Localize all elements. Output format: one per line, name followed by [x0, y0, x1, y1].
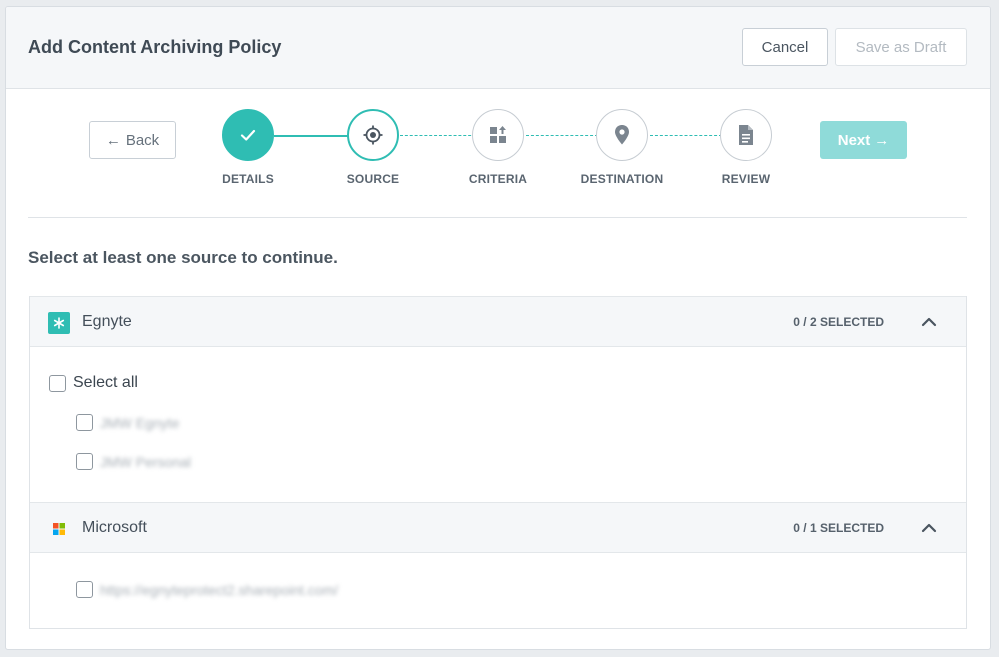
arrow-left-icon: ←	[105, 131, 121, 149]
instructions-text: Select at least one source to continue.	[28, 248, 338, 267]
chevron-up-icon[interactable]	[920, 313, 938, 331]
source-item-checkbox[interactable]	[76, 581, 93, 598]
sources-panel: Egnyte 0 / 2 SELECTED Select all JMW Egn…	[29, 296, 967, 629]
source-name-egnyte: Egnyte	[82, 313, 132, 330]
egnyte-logo-icon	[48, 312, 70, 334]
step-label-details: DETAILS	[222, 172, 274, 186]
document-icon	[739, 125, 753, 145]
save-as-draft-button[interactable]: Save as Draft	[835, 28, 967, 66]
next-label: Next	[837, 131, 871, 149]
policy-modal: Add Content Archiving Policy Cancel Save…	[5, 6, 991, 650]
source-item-checkbox[interactable]	[76, 414, 93, 431]
page-title: Add Content Archiving Policy	[28, 37, 282, 57]
step-label-review: REVIEW	[721, 172, 771, 186]
step-criteria[interactable]	[472, 109, 524, 161]
step-label-destination: DESTINATION	[580, 172, 664, 186]
selected-count-egnyte: 0 / 2 SELECTED	[793, 315, 884, 329]
target-icon	[363, 125, 383, 145]
source-name-microsoft: Microsoft	[82, 519, 147, 536]
arrow-right-icon: →	[874, 131, 890, 149]
step-source[interactable]	[347, 109, 399, 161]
section-divider	[28, 217, 967, 218]
back-button[interactable]: ← Back	[89, 121, 176, 159]
microsoft-logo-icon	[48, 518, 70, 540]
source-item-checkbox[interactable]	[76, 453, 93, 470]
selected-count-microsoft: 0 / 1 SELECTED	[793, 521, 884, 535]
step-label-criteria: CRITERIA	[468, 172, 528, 186]
step-connector-3	[526, 135, 598, 136]
check-icon	[240, 129, 256, 141]
modal-header: Add Content Archiving Policy Cancel Save…	[6, 7, 990, 89]
source-group-egnyte[interactable]: Egnyte 0 / 2 SELECTED	[30, 296, 966, 347]
step-review[interactable]	[720, 109, 772, 161]
cancel-button[interactable]: Cancel	[742, 28, 828, 66]
map-pin-icon	[615, 125, 629, 145]
back-label: Back	[125, 131, 160, 149]
select-all-label: Select all	[73, 374, 138, 391]
chevron-up-icon[interactable]	[920, 519, 938, 537]
step-connector-1	[274, 135, 350, 137]
criteria-icon	[490, 126, 506, 143]
step-label-source: SOURCE	[346, 172, 400, 186]
source-group-microsoft[interactable]: Microsoft 0 / 1 SELECTED	[30, 502, 966, 553]
source-item-label: https://egnyteprotect2.sharepoint.com/	[100, 582, 339, 598]
step-details[interactable]	[222, 109, 274, 161]
step-connector-4	[650, 135, 722, 136]
next-button[interactable]: Next →	[820, 121, 907, 159]
step-destination[interactable]	[596, 109, 648, 161]
select-all-checkbox[interactable]	[49, 375, 66, 392]
step-connector-2	[400, 135, 476, 136]
source-item-label: JMW Personal	[100, 454, 192, 470]
source-item-label: JMW Egnyte	[100, 415, 180, 431]
